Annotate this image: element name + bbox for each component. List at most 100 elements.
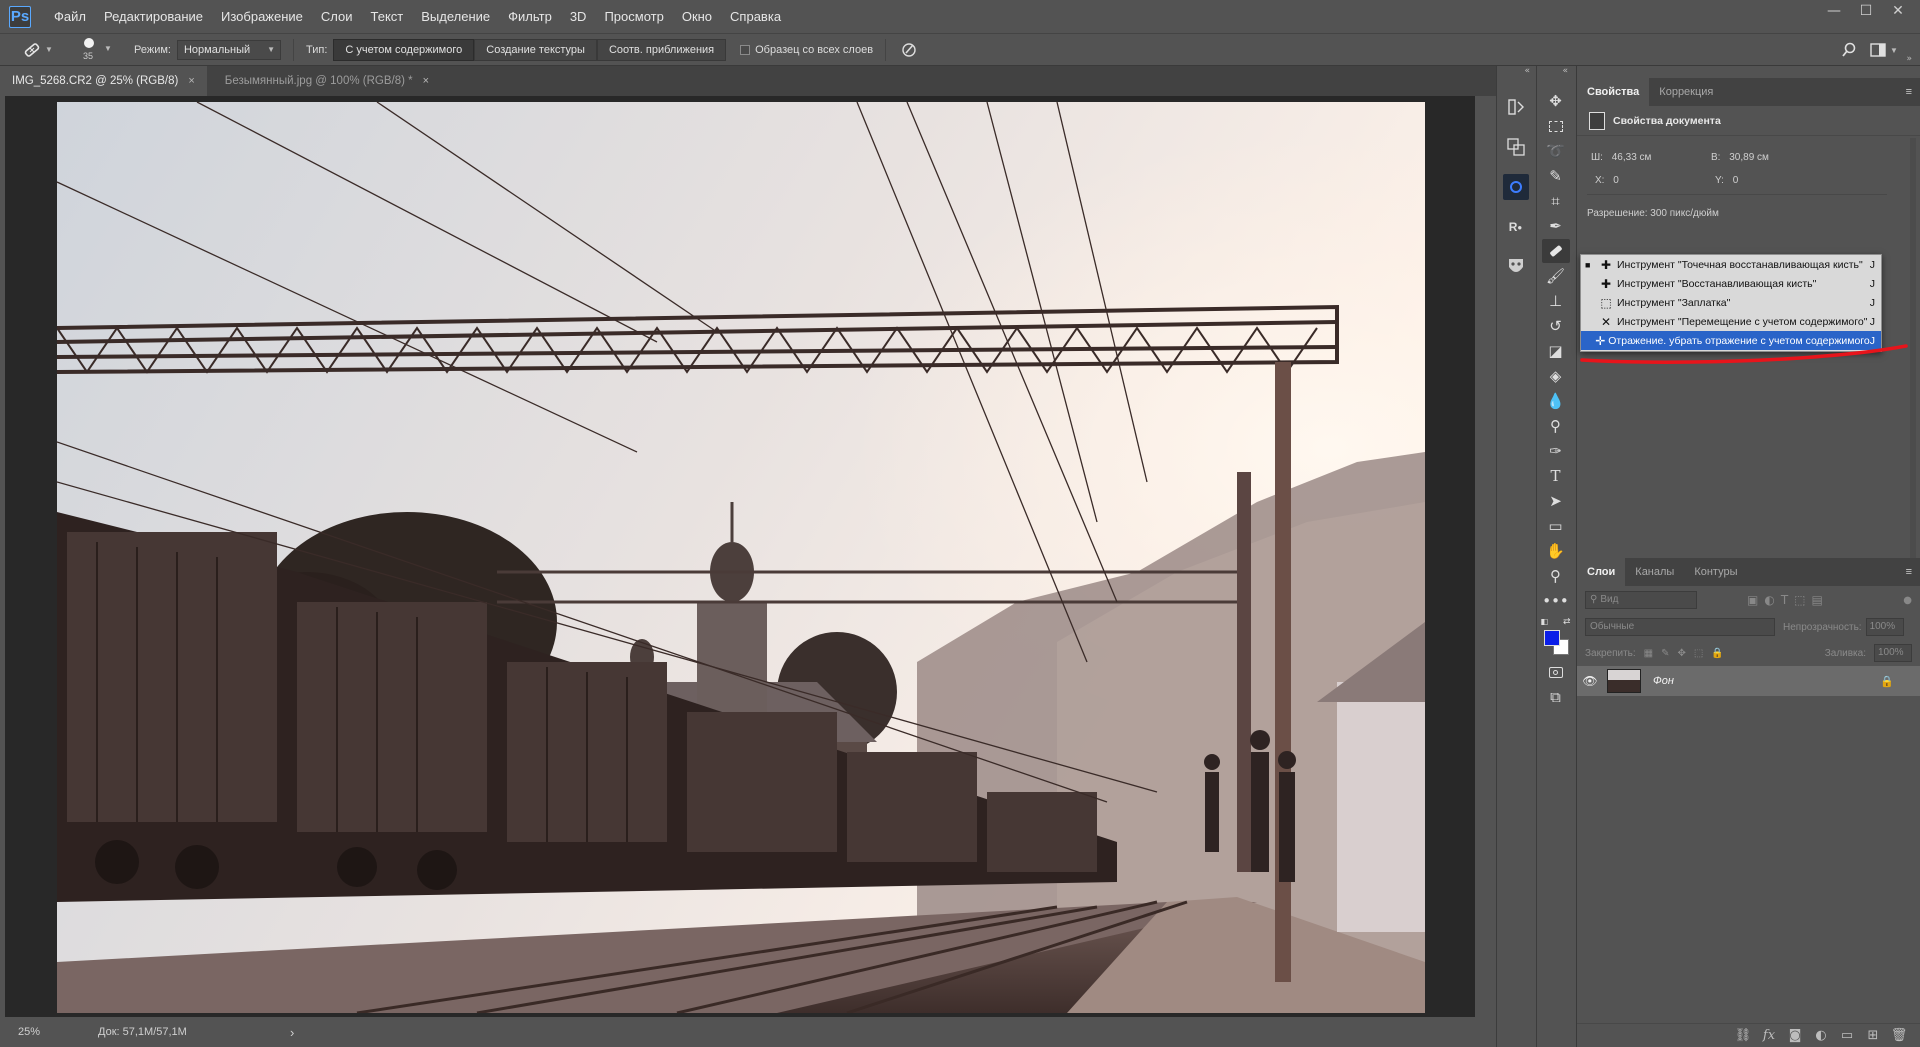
blend-mode-select[interactable]: Обычные xyxy=(1585,618,1775,636)
lock-all-icon[interactable]: 🔒 xyxy=(1711,648,1723,659)
close-icon[interactable]: × xyxy=(423,75,429,87)
crop-tool-icon[interactable]: ⌗ xyxy=(1542,189,1570,213)
move-tool-icon[interactable]: ✥ xyxy=(1542,89,1570,113)
filter-type-icon[interactable]: T xyxy=(1781,593,1788,607)
blur-tool-icon[interactable]: 💧 xyxy=(1542,389,1570,413)
menu-select[interactable]: Выделение xyxy=(412,0,499,33)
menu-filter[interactable]: Фильтр xyxy=(499,0,561,33)
mode-select[interactable]: Нормальный ▼ xyxy=(176,39,281,60)
info-panel-icon[interactable]: R ● xyxy=(1503,214,1529,240)
eye-icon[interactable]: 👁 xyxy=(1577,674,1603,688)
tab-adjustments[interactable]: Коррекция xyxy=(1649,78,1723,106)
width-value[interactable]: 46,33 см xyxy=(1612,152,1652,163)
history-panel-icon[interactable] xyxy=(1503,94,1529,120)
menu-image[interactable]: Изображение xyxy=(212,0,312,33)
search-icon[interactable] xyxy=(1838,39,1860,61)
layer-row-background[interactable]: 👁 Фон 🔒 xyxy=(1577,666,1920,696)
panel-menu-icon[interactable]: ≡ xyxy=(1906,566,1920,578)
layer-name[interactable]: Фон xyxy=(1653,675,1674,687)
menu-3d[interactable]: 3D xyxy=(561,0,596,33)
plugin-panel-icon[interactable] xyxy=(1502,174,1529,200)
menu-file[interactable]: Файл xyxy=(45,0,95,33)
spot-healing-tool-icon[interactable] xyxy=(1541,239,1570,263)
tab-properties[interactable]: Свойства xyxy=(1577,78,1650,106)
tab-img-5268[interactable]: IMG_5268.CR2 @ 25% (RGB/8) × xyxy=(0,66,207,96)
status-menu-arrow[interactable]: › xyxy=(290,1025,294,1040)
type-tool-icon[interactable]: T xyxy=(1542,464,1570,488)
maximize-button[interactable]: ☐ xyxy=(1850,0,1882,22)
pressure-size-icon[interactable] xyxy=(898,39,920,61)
paint-bucket-tool-icon[interactable]: ◈ xyxy=(1542,364,1570,388)
lock-artboard-icon[interactable]: ⬚ xyxy=(1694,648,1703,659)
brush-size-picker[interactable]: 35 ▼ xyxy=(78,36,118,64)
flyout-item-content-aware-move[interactable]: ✕ Инструмент "Перемещение с учетом содер… xyxy=(1581,312,1881,331)
menu-edit[interactable]: Редактирование xyxy=(95,0,212,33)
type-proximity-match-button[interactable]: Соотв. приближения xyxy=(596,38,727,61)
filter-shape-icon[interactable]: ⬚ xyxy=(1794,593,1805,607)
mask-panel-icon[interactable] xyxy=(1503,254,1529,280)
filter-toggle-icon[interactable]: ● xyxy=(1903,595,1912,606)
layer-style-icon[interactable]: fx xyxy=(1756,1028,1782,1043)
tool-preset-picker[interactable]: ▼ xyxy=(22,39,56,61)
type-content-aware-button[interactable]: С учетом содержимого xyxy=(333,38,475,61)
lock-pixels-icon[interactable]: ✎ xyxy=(1661,648,1669,659)
screen-mode-icon[interactable]: ⧉ xyxy=(1542,685,1570,709)
more-tools-icon[interactable]: ••• xyxy=(1542,589,1570,613)
opacity-field[interactable]: 100% xyxy=(1865,618,1904,636)
lock-transparent-icon[interactable]: ▦ xyxy=(1644,648,1653,659)
quick-selection-tool-icon[interactable]: ✎ xyxy=(1542,164,1570,188)
filter-smart-object-icon[interactable]: ▤ xyxy=(1812,593,1823,607)
document-image[interactable] xyxy=(57,102,1425,1013)
color-swatches[interactable]: ◧ ⇄ xyxy=(1539,617,1573,659)
add-mask-icon[interactable]: ◙ xyxy=(1782,1028,1808,1043)
menu-type[interactable]: Текст xyxy=(362,0,413,33)
tab-paths[interactable]: Контуры xyxy=(1684,558,1747,586)
collapse-arrows-icon[interactable]: « xyxy=(1537,66,1574,80)
adjustment-layer-icon[interactable]: ◐ xyxy=(1808,1028,1834,1043)
path-selection-tool-icon[interactable]: ➤ xyxy=(1542,489,1570,513)
quick-mask-icon[interactable] xyxy=(1542,660,1570,684)
tab-layers[interactable]: Слои xyxy=(1577,558,1626,586)
clone-source-panel-icon[interactable] xyxy=(1503,134,1529,160)
lock-position-icon[interactable]: ✥ xyxy=(1678,648,1686,659)
flyout-item-healing-brush[interactable]: ✚ Инструмент "Восстанавливающая кисть" J xyxy=(1581,274,1881,293)
panel-scrollbar[interactable] xyxy=(1910,138,1916,558)
tab-channels[interactable]: Каналы xyxy=(1625,558,1684,586)
zoom-tool-icon[interactable]: ⚲ xyxy=(1542,564,1570,588)
history-brush-tool-icon[interactable]: ↺ xyxy=(1542,314,1570,338)
panel-menu-icon[interactable]: ≡ xyxy=(1906,86,1920,98)
y-value[interactable]: 0 xyxy=(1733,175,1739,186)
collapse-arrows-icon[interactable]: » xyxy=(1906,54,1912,64)
type-create-texture-button[interactable]: Создание текстуры xyxy=(474,38,597,61)
flyout-item-patch[interactable]: ⬚ Инструмент "Заплатка" J xyxy=(1581,293,1881,312)
tab-untitled-jpg[interactable]: Безымянный.jpg @ 100% (RGB/8) * × xyxy=(213,66,441,96)
flyout-item-spot-healing[interactable]: ■ ✚ Инструмент "Точечная восстанавливающ… xyxy=(1581,255,1881,274)
link-layers-icon[interactable]: ⛓ xyxy=(1730,1028,1756,1043)
lasso-tool-icon[interactable]: ➰ xyxy=(1542,139,1570,163)
marquee-tool-icon[interactable] xyxy=(1542,114,1570,138)
trash-icon[interactable]: 🗑 xyxy=(1886,1028,1912,1043)
dodge-tool-icon[interactable]: ⚲ xyxy=(1542,414,1570,438)
foreground-color-swatch[interactable] xyxy=(1543,630,1560,646)
close-button[interactable]: ✕ xyxy=(1882,0,1914,22)
new-layer-icon[interactable]: ⊞ xyxy=(1860,1028,1886,1043)
fill-field[interactable]: 100% xyxy=(1874,644,1912,662)
brush-tool-icon[interactable]: 🖌 xyxy=(1542,264,1570,288)
eraser-tool-icon[interactable]: ◪ xyxy=(1542,339,1570,363)
pen-tool-icon[interactable]: ✑ xyxy=(1542,439,1570,463)
filter-pixel-icon[interactable]: ▣ xyxy=(1747,593,1758,607)
filter-adjustment-icon[interactable]: ◐ xyxy=(1764,593,1774,607)
rectangle-tool-icon[interactable]: ▭ xyxy=(1542,514,1570,538)
menu-view[interactable]: Просмотр xyxy=(595,0,672,33)
default-colors-icon[interactable]: ◧ xyxy=(1541,617,1549,626)
x-value[interactable]: 0 xyxy=(1613,175,1619,186)
collapse-arrows-icon[interactable]: « xyxy=(1497,66,1534,80)
eyedropper-tool-icon[interactable]: ✒ xyxy=(1542,214,1570,238)
new-group-icon[interactable]: ▭ xyxy=(1834,1028,1860,1043)
sample-all-layers-checkbox[interactable] xyxy=(740,44,751,55)
minimize-button[interactable]: — xyxy=(1818,0,1850,22)
menu-window[interactable]: Окно xyxy=(673,0,721,33)
menu-help[interactable]: Справка xyxy=(721,0,790,33)
height-value[interactable]: 30,89 см xyxy=(1729,152,1769,163)
close-icon[interactable]: × xyxy=(188,75,194,87)
